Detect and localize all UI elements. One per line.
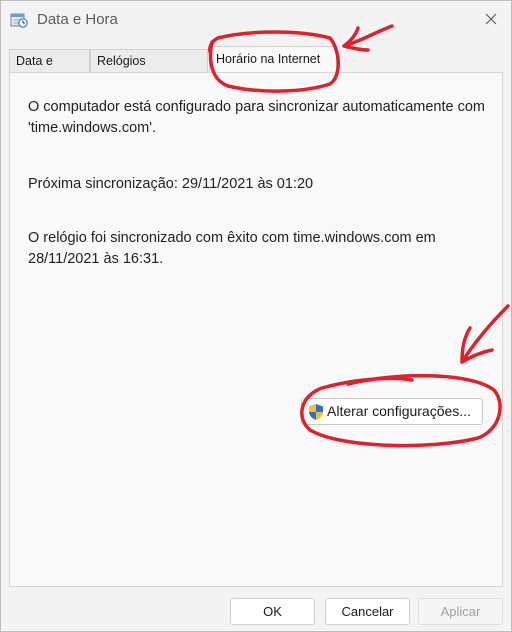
tab-date-time[interactable]: Data e Hora [9,49,90,91]
last-sync-text: O relógio foi sincronizado com êxito com… [28,230,436,267]
tab-label: Horário na Internet [216,52,321,66]
title-bar: Data e Hora [1,1,511,39]
tab-panel-internet-time [9,72,503,587]
sync-info-text: O computador está configurado para sincr… [28,99,485,136]
change-settings-label: Alterar configurações... [327,403,471,419]
ok-button[interactable]: OK [230,598,315,625]
tab-additional-clocks[interactable]: Relógios Adicionais [90,49,208,91]
close-icon[interactable] [481,9,501,29]
change-settings-button[interactable]: Alterar configurações... [301,398,483,425]
tab-internet-time[interactable]: Horário na Internet [209,46,337,73]
tab-strip: Data e Hora Relógios Adicionais Horário … [9,46,503,91]
date-time-dialog: Data e Hora Data e Hora Relógios Adicion… [0,0,512,632]
cancel-button[interactable]: Cancelar [325,598,410,625]
window-title: Data e Hora [37,11,118,28]
uac-shield-icon [307,403,325,421]
next-sync-text: Próxima sincronização: 29/11/2021 às 01:… [28,176,314,192]
apply-button[interactable]: Aplicar [418,598,503,625]
calendar-clock-icon [10,11,28,29]
